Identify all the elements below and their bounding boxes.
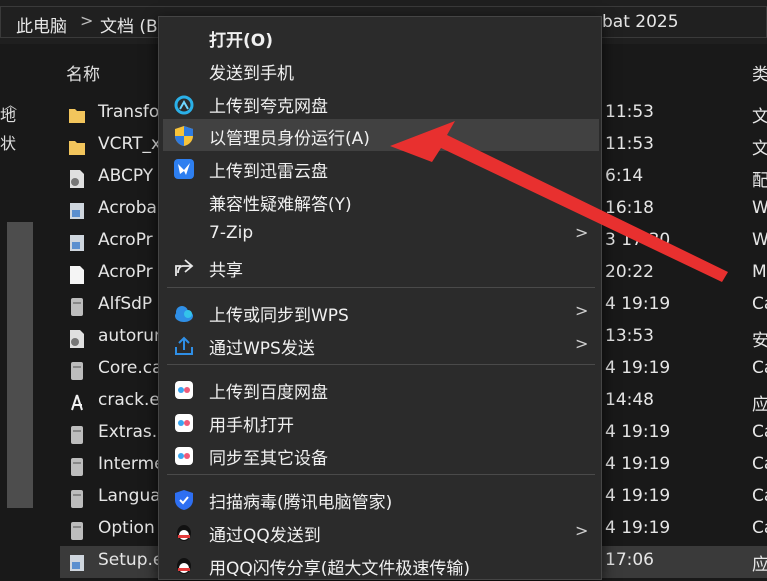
red-arrow-icon xyxy=(390,121,728,282)
annotation-arrow xyxy=(390,121,728,282)
